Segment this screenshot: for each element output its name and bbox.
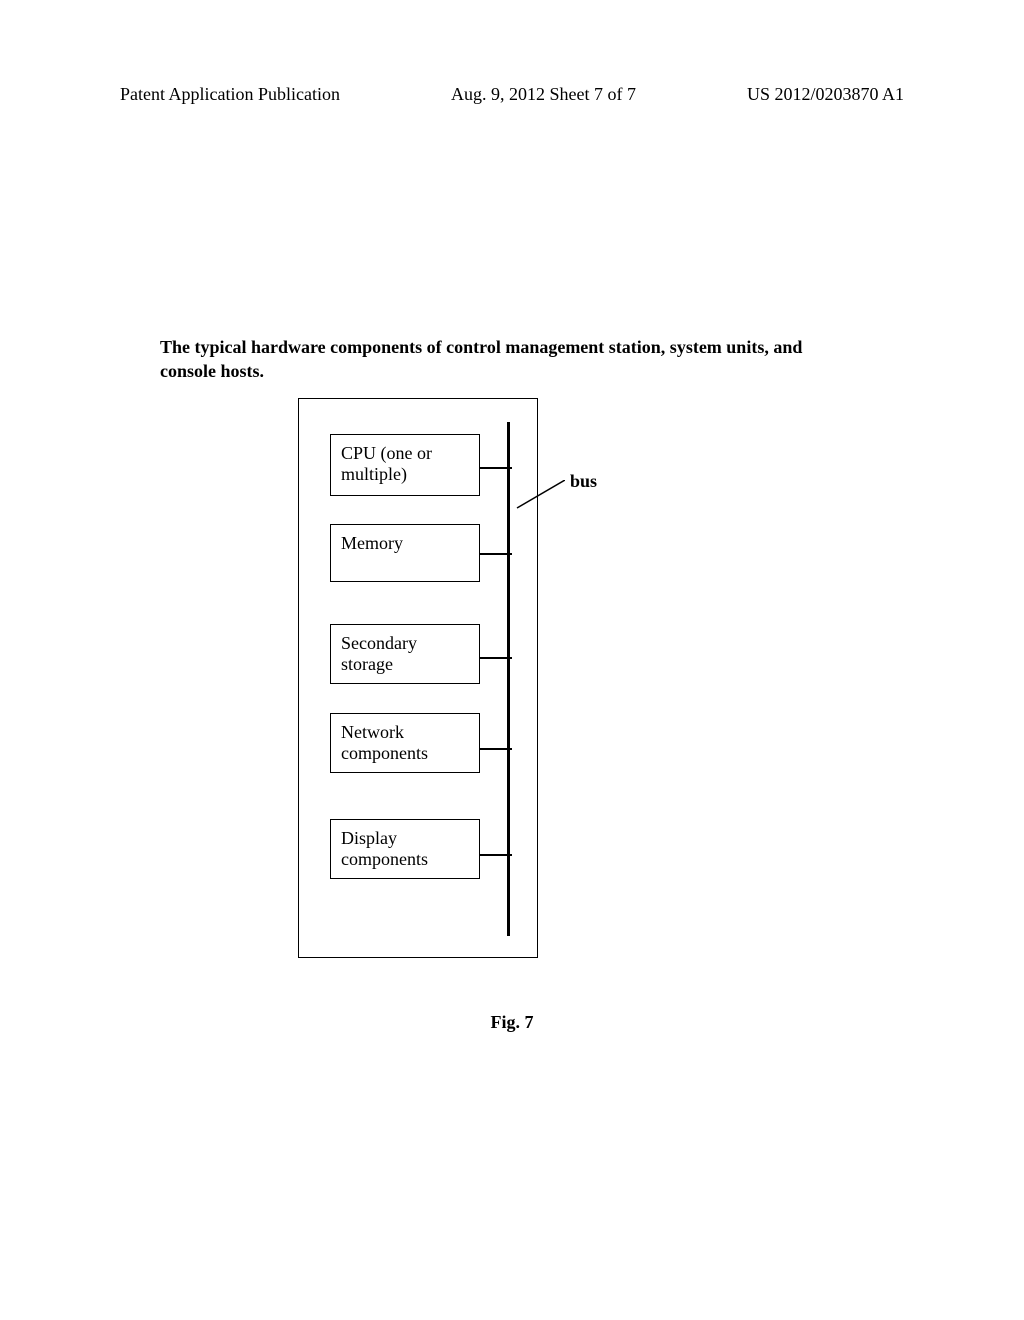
bus-label: bus (570, 471, 597, 492)
bus-pointer-line (515, 480, 565, 510)
cpu-connector (480, 467, 512, 469)
memory-connector (480, 553, 512, 555)
memory-box: Memory (330, 524, 480, 582)
header-publication-type: Patent Application Publication (120, 84, 340, 105)
figure-caption: The typical hardware components of contr… (160, 335, 860, 384)
network-box: Network components (330, 713, 480, 773)
cpu-box: CPU (one or multiple) (330, 434, 480, 496)
storage-connector (480, 657, 512, 659)
hardware-diagram: CPU (one or multiple) Memory Secondary s… (298, 398, 538, 958)
display-connector (480, 854, 512, 856)
figure-number-label: Fig. 7 (0, 1012, 1024, 1033)
display-box: Display components (330, 819, 480, 879)
storage-box: Secondary storage (330, 624, 480, 684)
network-connector (480, 748, 512, 750)
bus-line (507, 422, 510, 936)
header-publication-number: US 2012/0203870 A1 (747, 84, 904, 105)
page-header: Patent Application Publication Aug. 9, 2… (120, 84, 904, 105)
header-date-sheet: Aug. 9, 2012 Sheet 7 of 7 (451, 84, 636, 105)
